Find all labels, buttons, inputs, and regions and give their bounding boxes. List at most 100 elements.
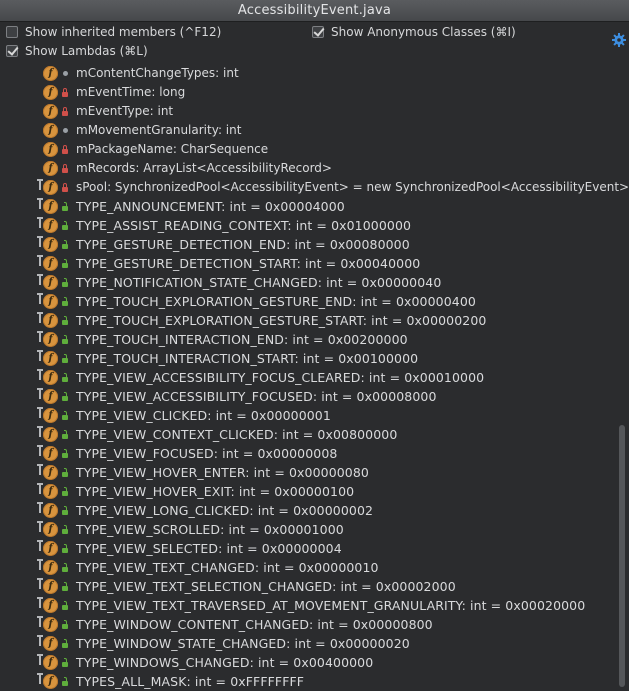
member-label: TYPES_ALL_MASK: int = 0xFFFFFFFF xyxy=(76,674,305,689)
final-pin-icon xyxy=(37,293,45,304)
member-row[interactable]: f TYPE_VIEW_LONG_CLICKED: int = 0x0000000… xyxy=(0,501,629,520)
member-row[interactable]: f TYPE_VIEW_ACCESSIBILITY_FOCUS_CLEARED: … xyxy=(0,368,629,387)
member-label: TYPE_VIEW_TEXT_SELECTION_CHANGED: int = … xyxy=(76,579,456,594)
member-row[interactable]: f mEventType: int xyxy=(0,102,629,121)
final-pin-icon xyxy=(37,635,45,646)
final-pin-icon xyxy=(37,179,45,190)
member-row[interactable]: f mEventTime: long xyxy=(0,83,629,102)
member-label: TYPE_WINDOWS_CHANGED: int = 0x00400000 xyxy=(76,655,374,670)
member-label: sPool: SynchronizedPool<AccessibilityEve… xyxy=(76,180,629,194)
member-row[interactable]: f TYPE_GESTURE_DETECTION_START: int = 0x0… xyxy=(0,254,629,273)
field-icon: f xyxy=(43,104,58,119)
member-row[interactable]: f TYPE_TOUCH_INTERACTION_END: int = 0x002… xyxy=(0,330,629,349)
member-row[interactable]: f TYPE_VIEW_TEXT_TRAVERSED_AT_MOVEMENT_GR… xyxy=(0,596,629,615)
member-row[interactable]: f TYPES_ALL_MASK: int = 0xFFFFFFFF xyxy=(0,672,629,691)
field-icon: f xyxy=(43,370,58,385)
field-icon: f xyxy=(43,522,58,537)
final-pin-icon xyxy=(37,597,45,608)
show-anonymous-option[interactable]: Show Anonymous Classes (⌘I) xyxy=(312,23,516,41)
show-lambdas-option[interactable]: Show Lambdas (⌘L) xyxy=(6,42,148,60)
member-label: TYPE_TOUCH_EXPLORATION_GESTURE_START: in… xyxy=(76,313,487,328)
public-unlock-icon xyxy=(62,430,68,439)
final-pin-icon xyxy=(37,388,45,399)
member-label: TYPE_VIEW_ACCESSIBILITY_FOCUS_CLEARED: i… xyxy=(76,370,485,385)
public-unlock-icon xyxy=(62,620,68,629)
member-row[interactable]: f mPackageName: CharSequence xyxy=(0,140,629,159)
structure-member-list[interactable]: f mContentChangeTypes: int f mEventTime: lo… xyxy=(0,64,629,691)
show-inherited-option[interactable]: Show inherited members (^F12) xyxy=(6,23,221,41)
public-unlock-icon xyxy=(62,563,68,572)
member-label: mRecords: ArrayList<AccessibilityRecord> xyxy=(76,161,332,175)
member-row[interactable]: f TYPE_VIEW_HOVER_ENTER: int = 0x00000080 xyxy=(0,463,629,482)
member-label: TYPE_VIEW_TEXT_CHANGED: int = 0x00000010 xyxy=(76,560,379,575)
member-row[interactable]: f TYPE_WINDOWS_CHANGED: int = 0x00400000 xyxy=(0,653,629,672)
member-row[interactable]: f TYPE_VIEW_ACCESSIBILITY_FOCUSED: int = … xyxy=(0,387,629,406)
final-pin-icon xyxy=(37,426,45,437)
member-label: mMovementGranularity: int xyxy=(76,123,242,137)
member-row[interactable]: f TYPE_VIEW_SELECTED: int = 0x00000004 xyxy=(0,539,629,558)
member-row[interactable]: f TYPE_WINDOW_CONTENT_CHANGED: int = 0x00… xyxy=(0,615,629,634)
field-icon: f xyxy=(43,142,58,157)
field-icon: f xyxy=(43,655,58,670)
field-icon: f xyxy=(43,503,58,518)
public-unlock-icon xyxy=(62,392,68,401)
member-row[interactable]: f TYPE_VIEW_CLICKED: int = 0x00000001 xyxy=(0,406,629,425)
member-label: TYPE_VIEW_HOVER_ENTER: int = 0x00000080 xyxy=(76,465,369,480)
member-row[interactable]: f TYPE_VIEW_FOCUSED: int = 0x00000008 xyxy=(0,444,629,463)
gear-icon[interactable] xyxy=(612,33,626,47)
member-label: TYPE_TOUCH_INTERACTION_START: int = 0x00… xyxy=(76,351,419,366)
member-row[interactable]: f TYPE_NOTIFICATION_STATE_CHANGED: int = … xyxy=(0,273,629,292)
final-pin-icon xyxy=(37,407,45,418)
private-lock-icon xyxy=(62,145,68,154)
member-label: TYPE_ANNOUNCEMENT: int = 0x00004000 xyxy=(76,199,345,214)
member-row[interactable]: f TYPE_VIEW_HOVER_EXIT: int = 0x00000100 xyxy=(0,482,629,501)
package-dot-icon xyxy=(63,128,68,133)
member-row[interactable]: f mMovementGranularity: int xyxy=(0,121,629,140)
field-icon: f xyxy=(43,180,58,195)
member-row[interactable]: f TYPE_WINDOW_STATE_CHANGED: int = 0x0000… xyxy=(0,634,629,653)
member-row[interactable]: f mContentChangeTypes: int xyxy=(0,64,629,83)
member-row[interactable]: f TYPE_GESTURE_DETECTION_END: int = 0x000… xyxy=(0,235,629,254)
member-row[interactable]: f TYPE_ANNOUNCEMENT: int = 0x00004000 xyxy=(0,197,629,216)
member-row[interactable]: f sPool: SynchronizedPool<AccessibilityEv… xyxy=(0,178,629,197)
field-icon: f xyxy=(43,636,58,651)
show-anonymous-checkbox[interactable] xyxy=(312,26,324,38)
private-lock-icon xyxy=(62,88,68,97)
member-row[interactable]: f mRecords: ArrayList<AccessibilityRecord… xyxy=(0,159,629,178)
member-label: TYPE_VIEW_CONTEXT_CLICKED: int = 0x00800… xyxy=(76,427,398,442)
field-icon: f xyxy=(43,275,58,290)
field-icon: f xyxy=(43,446,58,461)
member-label: TYPE_VIEW_SCROLLED: int = 0x00001000 xyxy=(76,522,344,537)
final-pin-icon xyxy=(37,274,45,285)
member-row[interactable]: f TYPE_VIEW_TEXT_SELECTION_CHANGED: int =… xyxy=(0,577,629,596)
member-label: TYPE_ASSIST_READING_CONTEXT: int = 0x010… xyxy=(76,218,412,233)
field-icon: f xyxy=(43,161,58,176)
member-label: mEventType: int xyxy=(76,104,174,118)
final-pin-icon xyxy=(37,255,45,266)
public-unlock-icon xyxy=(62,202,68,211)
member-label: TYPE_VIEW_LONG_CLICKED: int = 0x00000002 xyxy=(76,503,374,518)
member-row[interactable]: f TYPE_TOUCH_EXPLORATION_GESTURE_END: int… xyxy=(0,292,629,311)
member-row[interactable]: f TYPE_TOUCH_INTERACTION_START: int = 0x0… xyxy=(0,349,629,368)
public-unlock-icon xyxy=(62,601,68,610)
final-pin-icon xyxy=(37,540,45,551)
show-inherited-label: Show inherited members (^F12) xyxy=(25,25,222,39)
show-lambdas-checkbox[interactable] xyxy=(6,45,18,57)
field-icon: f xyxy=(43,123,58,138)
final-pin-icon xyxy=(37,578,45,589)
show-inherited-checkbox[interactable] xyxy=(6,26,18,38)
member-row[interactable]: f TYPE_TOUCH_EXPLORATION_GESTURE_START: i… xyxy=(0,311,629,330)
list-scrollbar[interactable] xyxy=(619,425,625,687)
field-icon: f xyxy=(43,66,58,81)
field-icon: f xyxy=(43,560,58,575)
window-title: AccessibilityEvent.java xyxy=(0,0,629,22)
member-row[interactable]: f TYPE_VIEW_TEXT_CHANGED: int = 0x0000001… xyxy=(0,558,629,577)
field-icon: f xyxy=(43,332,58,347)
member-row[interactable]: f TYPE_VIEW_SCROLLED: int = 0x00001000 xyxy=(0,520,629,539)
member-row[interactable]: f TYPE_VIEW_CONTEXT_CLICKED: int = 0x0080… xyxy=(0,425,629,444)
public-unlock-icon xyxy=(62,240,68,249)
public-unlock-icon xyxy=(62,373,68,382)
final-pin-icon xyxy=(37,673,45,684)
public-unlock-icon xyxy=(62,677,68,686)
member-row[interactable]: f TYPE_ASSIST_READING_CONTEXT: int = 0x01… xyxy=(0,216,629,235)
